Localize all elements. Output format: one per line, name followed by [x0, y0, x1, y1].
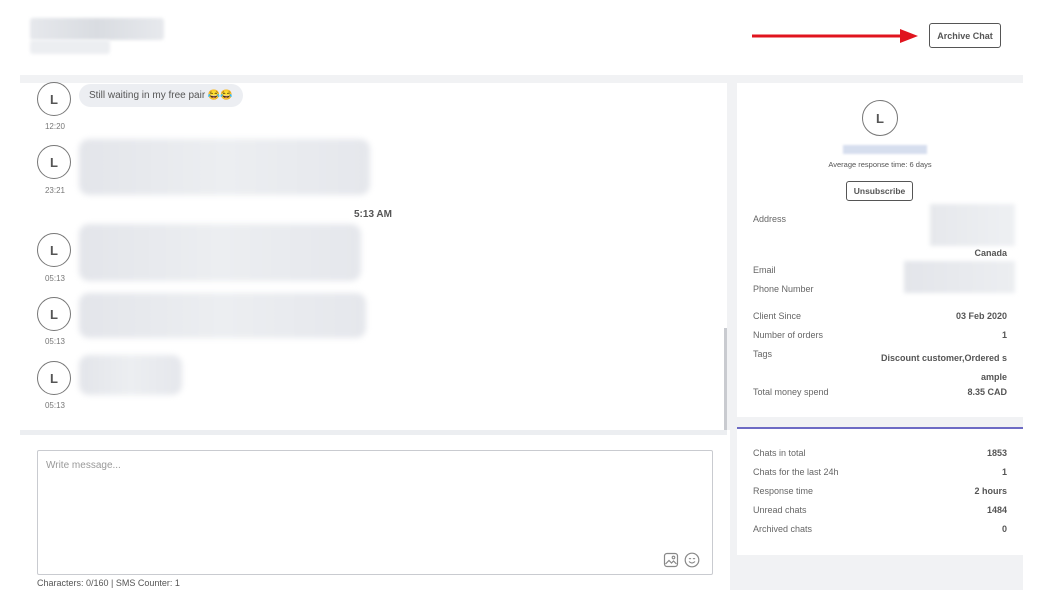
avatar: L [862, 100, 898, 136]
message-row: L 05:13 [37, 224, 361, 283]
message-bubble-redacted [79, 355, 182, 395]
message-time: 23:21 [44, 186, 66, 195]
contact-redacted [904, 261, 1015, 293]
character-counter: Characters: 0/160 | SMS Counter: 1 [37, 578, 180, 588]
unread-chats-label: Unread chats [753, 505, 807, 515]
money-spend-value: 8.35 CAD [967, 387, 1007, 397]
message-bubble: Still waiting in my free pair 😂😂 [79, 84, 243, 107]
avatar: L [37, 361, 71, 395]
emoji-icon[interactable] [684, 552, 700, 568]
archived-chats-label: Archived chats [753, 524, 813, 534]
avatar: L [37, 233, 71, 267]
message-row: L 05:13 [37, 355, 182, 410]
chats-24h-label: Chats for the last 24h [753, 467, 839, 477]
avatar: L [37, 145, 71, 179]
address-country: Canada [974, 248, 1007, 258]
redacted-subtitle [30, 40, 110, 54]
tags-label: Tags [753, 349, 773, 359]
message-bubble-redacted [79, 224, 361, 281]
average-response-time: Average response time: 6 days [828, 160, 932, 169]
orders-value: 1 [1001, 330, 1007, 340]
phone-label: Phone Number [753, 284, 814, 294]
address-redacted [930, 204, 1015, 246]
archive-chat-button[interactable]: Archive Chat [929, 23, 1001, 48]
chats-total-value: 1853 [986, 448, 1007, 458]
email-label: Email [753, 265, 776, 275]
message-time: 05:13 [44, 401, 66, 410]
message-input[interactable] [38, 451, 712, 574]
avatar: L [37, 297, 71, 331]
message-time: 05:13 [44, 274, 66, 283]
message-time: 12:20 [44, 122, 66, 131]
message-row: L 05:13 [37, 293, 366, 346]
tags-value: Discount customer,Ordered sample [880, 353, 1007, 382]
chat-scrollbar[interactable] [724, 328, 727, 433]
annotation-arrow-icon [752, 29, 918, 43]
chats-total-label: Chats in total [753, 448, 806, 458]
unread-chats-value: 1484 [986, 505, 1007, 515]
message-row: L 12:20 Still waiting in my free pair 😂😂 [37, 82, 243, 131]
unsubscribe-button[interactable]: Unsubscribe [846, 181, 913, 201]
day-separator: 5:13 AM [354, 209, 392, 220]
avatar: L [37, 82, 71, 116]
message-bubble-redacted [79, 293, 366, 338]
chats-24h-value: 1 [1001, 467, 1007, 477]
image-icon[interactable] [663, 552, 679, 568]
client-since-label: Client Since [753, 311, 802, 321]
customer-name-redacted [843, 145, 927, 154]
archived-chats-value: 0 [1001, 524, 1007, 534]
response-time-value: 2 hours [974, 486, 1007, 496]
redacted-title [30, 18, 164, 40]
divider-band [20, 75, 1023, 83]
address-label: Address [753, 214, 787, 224]
divider-band [20, 430, 727, 435]
money-spend-label: Total money spend [753, 387, 829, 397]
client-since-value: 03 Feb 2020 [955, 311, 1007, 321]
message-time: 05:13 [44, 337, 66, 346]
message-bubble-redacted [79, 139, 370, 195]
response-time-label: Response time [753, 486, 814, 496]
message-composer [37, 450, 713, 575]
message-row: L 23:21 [37, 139, 370, 195]
orders-label: Number of orders [753, 330, 824, 340]
